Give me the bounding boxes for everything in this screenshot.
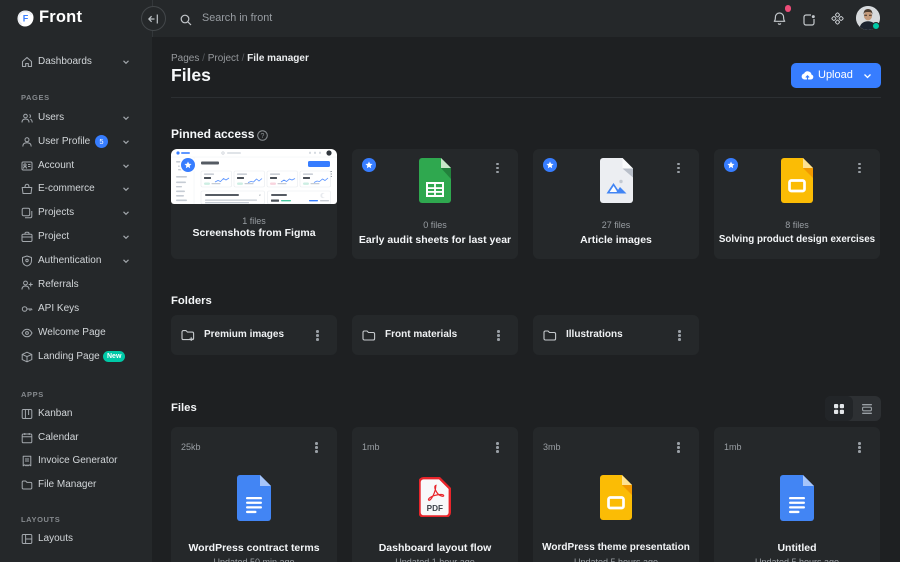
svg-text:PDF: PDF xyxy=(427,504,443,513)
svg-text:F: F xyxy=(23,14,29,24)
svg-text:?: ? xyxy=(261,133,265,140)
